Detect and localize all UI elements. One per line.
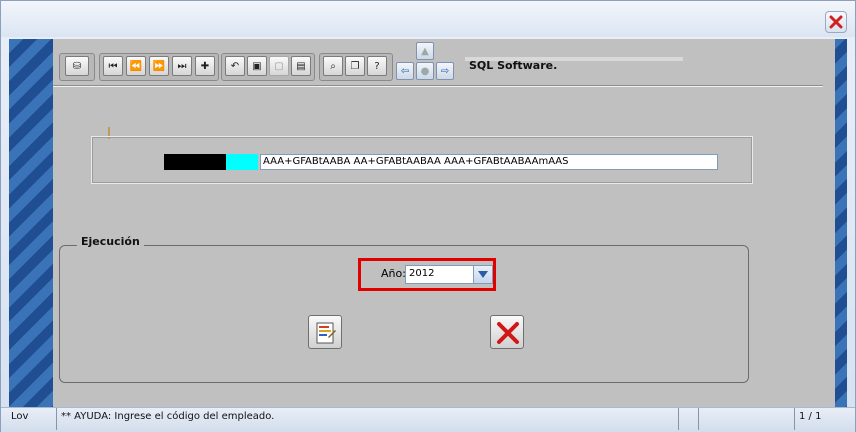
close-button[interactable] xyxy=(825,11,847,33)
employee-indicator xyxy=(226,154,258,170)
arrow-up-icon: ▲ xyxy=(421,45,429,57)
database-icon: ⛁ xyxy=(72,60,82,72)
left-decoration xyxy=(9,39,53,409)
query-button[interactable]: ⌕ xyxy=(323,56,343,76)
next-record-button[interactable]: ⏩ xyxy=(149,56,169,76)
employee-panel: AAA+GFABtAABA AA+GFABtAABAA AAA+GFABtAAB… xyxy=(91,136,753,184)
employee-code-field[interactable] xyxy=(164,154,226,170)
help-button[interactable]: ? xyxy=(367,56,387,76)
report-icon: ▤ xyxy=(296,60,306,72)
report-button[interactable]: ▤ xyxy=(291,56,311,76)
new-record-icon: ✚ xyxy=(200,60,210,72)
status-record-count: 1 / 1 xyxy=(799,411,822,422)
status-bar: Lov ** AYUDA: Ingrese el código del empl… xyxy=(1,407,855,432)
report-icon xyxy=(316,322,336,344)
previous-record-icon: ⏪ xyxy=(129,60,143,72)
arrow-left-icon: ⇦ xyxy=(400,65,410,77)
save-icon: ▣ xyxy=(252,60,262,72)
title-bar xyxy=(1,1,855,37)
execution-legend: Ejecución xyxy=(77,235,144,248)
toolbar-group-edit: ↶ ▣ ▢ ▤ xyxy=(221,53,315,81)
query-icon: ⌕ xyxy=(330,60,336,72)
nav-right-button[interactable]: ⇨ xyxy=(436,62,454,80)
first-record-icon: ⏮ xyxy=(108,60,118,72)
toolbar-group-records: ⏮ ⏪ ⏩ ⏭ ✚ xyxy=(99,53,219,81)
nav-up-button[interactable]: ▲ xyxy=(416,42,434,60)
status-blank-2 xyxy=(699,408,795,430)
cancel-icon xyxy=(497,322,519,344)
last-record-button[interactable]: ⏭ xyxy=(172,56,192,76)
toolbar-separator xyxy=(53,85,823,87)
save-button[interactable]: ▣ xyxy=(247,56,267,76)
status-blank-1 xyxy=(679,408,699,430)
copy-button[interactable]: ❐ xyxy=(345,56,365,76)
app-name: SQL Software. xyxy=(469,59,558,72)
cancel-button[interactable] xyxy=(490,315,524,349)
undo-icon: ↶ xyxy=(230,60,240,72)
copy-icon: ❐ xyxy=(350,60,360,72)
toolbar-group-db: ⛁ xyxy=(59,53,95,81)
execute-report-button[interactable] xyxy=(308,315,342,349)
toolbar-group-tools: ⌕ ❐ ? xyxy=(319,53,393,81)
nav-left-button[interactable]: ⇦ xyxy=(396,62,414,80)
last-record-icon: ⏭ xyxy=(177,60,187,72)
form-content: ⛁ ⏮ ⏪ ⏩ ⏭ ✚ ↶ ▣ ▢ ▤ ⌕ ❐ ? ▲ ⇦ ● ⇨ SQL So… xyxy=(53,39,835,409)
help-icon: ? xyxy=(374,60,380,72)
toolbar: ⛁ ⏮ ⏪ ⏩ ⏭ ✚ ↶ ▣ ▢ ▤ ⌕ ❐ ? ▲ ⇦ ● ⇨ SQL So… xyxy=(53,39,835,85)
center-icon: ● xyxy=(420,65,430,77)
nav-center-button[interactable]: ● xyxy=(416,62,434,80)
app-window: ⛁ ⏮ ⏪ ⏩ ⏭ ✚ ↶ ▣ ▢ ▤ ⌕ ❐ ? ▲ ⇦ ● ⇨ SQL So… xyxy=(0,0,856,432)
status-mode: Lov xyxy=(7,408,57,430)
delete-button[interactable]: ▢ xyxy=(269,56,289,76)
year-highlight-box xyxy=(358,258,496,291)
status-help: ** AYUDA: Ingrese el código del empleado… xyxy=(57,408,679,430)
first-record-button[interactable]: ⏮ xyxy=(103,56,123,76)
next-record-icon: ⏩ xyxy=(152,60,166,72)
database-button[interactable]: ⛁ xyxy=(65,56,89,76)
employee-name-field[interactable]: AAA+GFABtAABA AA+GFABtAABAA AAA+GFABtAAB… xyxy=(260,154,718,170)
delete-icon: ▢ xyxy=(274,60,284,72)
arrow-right-icon: ⇨ xyxy=(440,65,450,77)
close-icon xyxy=(829,15,843,29)
new-record-button[interactable]: ✚ xyxy=(195,56,215,76)
previous-record-button[interactable]: ⏪ xyxy=(126,56,146,76)
undo-button[interactable]: ↶ xyxy=(225,56,245,76)
